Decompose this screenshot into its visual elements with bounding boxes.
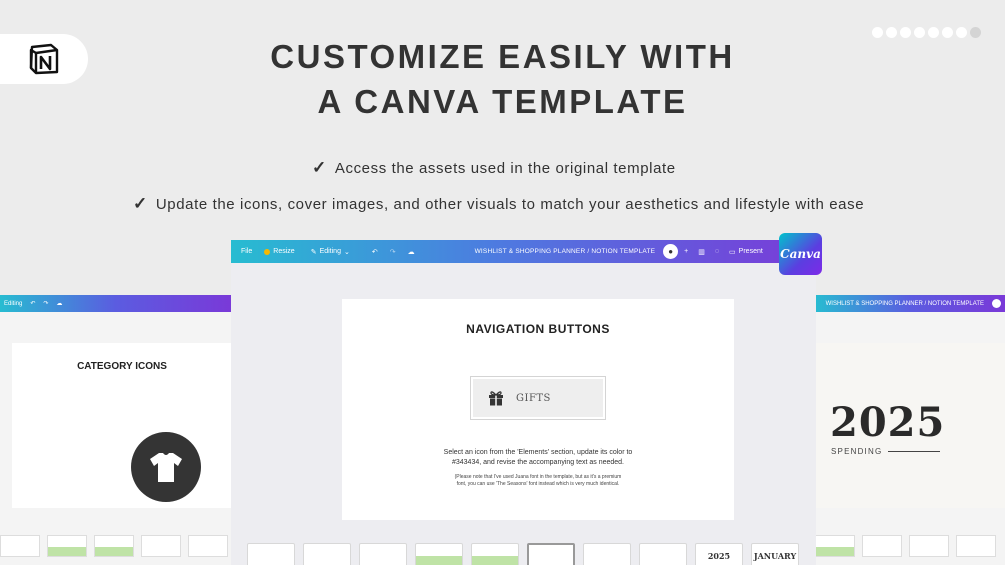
carousel-dot[interactable]	[956, 27, 967, 38]
editor-toolbar: File Resize ✎ Editing ⌄ ↶ ↷ ☁ WISHLIST &…	[231, 240, 816, 263]
document-title[interactable]: WISHLIST & SHOPPING PLANNER / NOTION TEM…	[475, 248, 656, 255]
year-text: 2025	[830, 399, 946, 446]
shirt-icon	[131, 432, 201, 502]
avatar[interactable]: ●	[663, 244, 679, 259]
editing-label: Editing	[4, 300, 23, 307]
page-thumbnail[interactable]	[527, 543, 575, 565]
comment-icon[interactable]: ◌	[715, 248, 719, 255]
resize-label: Resize	[273, 248, 295, 255]
note-line: (Please note that I've used Juana font i…	[454, 474, 622, 480]
analytics-icon[interactable]: ▥	[698, 248, 705, 256]
gifts-nav-button[interactable]: GIFTS	[470, 376, 606, 420]
page-thumbnail[interactable]	[141, 535, 181, 557]
carousel-dot[interactable]	[942, 27, 953, 38]
carousel-dot[interactable]	[914, 27, 925, 38]
instruction-line: Select an icon from the 'Elements' secti…	[443, 449, 633, 456]
left-page-strip	[0, 535, 232, 557]
headline-line-1: CUSTOMIZE EASILY WITH	[270, 38, 735, 75]
spending-label: SPENDING	[831, 447, 941, 456]
carousel-dots	[872, 27, 981, 38]
toolbar-right: + ▥ ◌ ▭ Present	[684, 248, 763, 256]
note-line: font, you can use 'The Seasons' font ins…	[456, 481, 620, 487]
cloud-icon: ☁	[56, 301, 63, 307]
canva-logo: Canva	[779, 233, 822, 275]
page-thumbnail[interactable]	[247, 543, 295, 565]
page-thumbnail[interactable]	[639, 543, 687, 565]
page-thumbnail[interactable]: 2025	[695, 543, 743, 565]
canva-editor: File Resize ✎ Editing ⌄ ↶ ↷ ☁ WISHLIST &…	[231, 240, 816, 565]
cover-card: 2025 SPENDING	[815, 343, 1005, 508]
headline-line-2: A CANVA TEMPLATE	[317, 83, 688, 120]
font-note: (Please note that I've used Juana font i…	[342, 474, 734, 488]
page-thumbnail[interactable]	[303, 543, 351, 565]
crown-icon	[264, 248, 271, 255]
page-thumbnail[interactable]	[94, 535, 134, 557]
left-screenshot: Editing ↶ ↷ ☁ CATEGORY ICONS	[0, 295, 232, 565]
instruction-line: #343434, and revise the accompanying tex…	[451, 458, 624, 466]
avatar	[992, 299, 1001, 308]
page-thumbnail[interactable]	[415, 543, 463, 565]
redo-icon[interactable]: ↷	[390, 248, 396, 256]
spending-text: SPENDING	[831, 447, 883, 456]
carousel-dot[interactable]	[928, 27, 939, 38]
page-thumbnail[interactable]	[188, 535, 228, 557]
category-icons-card: CATEGORY ICONS	[12, 343, 232, 508]
canvas-title: NAVIGATION BUTTONS	[466, 322, 610, 336]
check-icon: ✓	[312, 158, 327, 177]
pencil-icon: ✎	[310, 248, 317, 256]
gift-icon	[489, 391, 503, 406]
card-title: CATEGORY ICONS	[77, 361, 167, 372]
bullet-item: ✓ Access the assets used in the original…	[312, 158, 676, 178]
page-thumbnail[interactable]: JANUARY	[751, 543, 799, 565]
file-menu[interactable]: File	[241, 248, 252, 255]
carousel-dot[interactable]	[886, 27, 897, 38]
instructions: Select an icon from the 'Elements' secti…	[342, 448, 734, 467]
carousel-dot[interactable]	[872, 27, 883, 38]
cloud-save-icon[interactable]: ☁	[408, 248, 415, 256]
editing-label: Editing	[319, 248, 341, 255]
design-canvas[interactable]: NAVIGATION BUTTONS GIFTS Select an icon …	[342, 299, 734, 520]
page-thumbnail[interactable]	[0, 535, 40, 557]
undo-icon[interactable]: ↶	[372, 248, 378, 256]
undo-icon: ↶	[30, 301, 36, 307]
divider	[888, 451, 941, 452]
left-toolbar: Editing ↶ ↷ ☁	[0, 295, 232, 312]
check-icon: ✓	[133, 194, 148, 213]
present-button[interactable]: ▭ Present	[729, 248, 763, 256]
bullet-text: Update the icons, cover images, and othe…	[155, 195, 865, 213]
page-thumbnail[interactable]	[956, 535, 996, 557]
resize-button[interactable]: Resize	[264, 248, 295, 255]
page-thumbnail[interactable]	[909, 535, 949, 557]
doc-title: WISHLIST & SHOPPING PLANNER / NOTION TEM…	[825, 300, 984, 307]
redo-icon: ↷	[43, 301, 49, 307]
page-strip: 2025 JANUARY	[247, 543, 799, 565]
page-thumbnail[interactable]	[471, 543, 519, 565]
chevron-down-icon: ⌄	[343, 248, 350, 256]
bullet-item: ✓ Update the icons, cover images, and ot…	[133, 194, 864, 214]
history-controls: ↶ ↷ ☁	[372, 248, 415, 256]
bullet-text: Access the assets used in the original t…	[334, 159, 676, 177]
page-thumbnail[interactable]	[815, 535, 855, 557]
carousel-dot[interactable]	[970, 27, 981, 38]
present-label: Present	[738, 248, 763, 255]
page-thumbnail[interactable]	[47, 535, 87, 557]
carousel-dot[interactable]	[900, 27, 911, 38]
page-thumbnail[interactable]	[359, 543, 407, 565]
page-thumbnail[interactable]	[583, 543, 631, 565]
gifts-label: GIFTS	[516, 392, 551, 404]
add-icon[interactable]: +	[684, 248, 688, 255]
right-page-strip	[815, 535, 996, 557]
right-screenshot: WISHLIST & SHOPPING PLANNER / NOTION TEM…	[815, 295, 1005, 565]
present-icon: ▭	[729, 248, 736, 256]
page-thumbnail[interactable]	[862, 535, 902, 557]
right-toolbar: WISHLIST & SHOPPING PLANNER / NOTION TEM…	[815, 295, 1005, 312]
editing-dropdown[interactable]: ✎ Editing ⌄	[311, 248, 350, 256]
